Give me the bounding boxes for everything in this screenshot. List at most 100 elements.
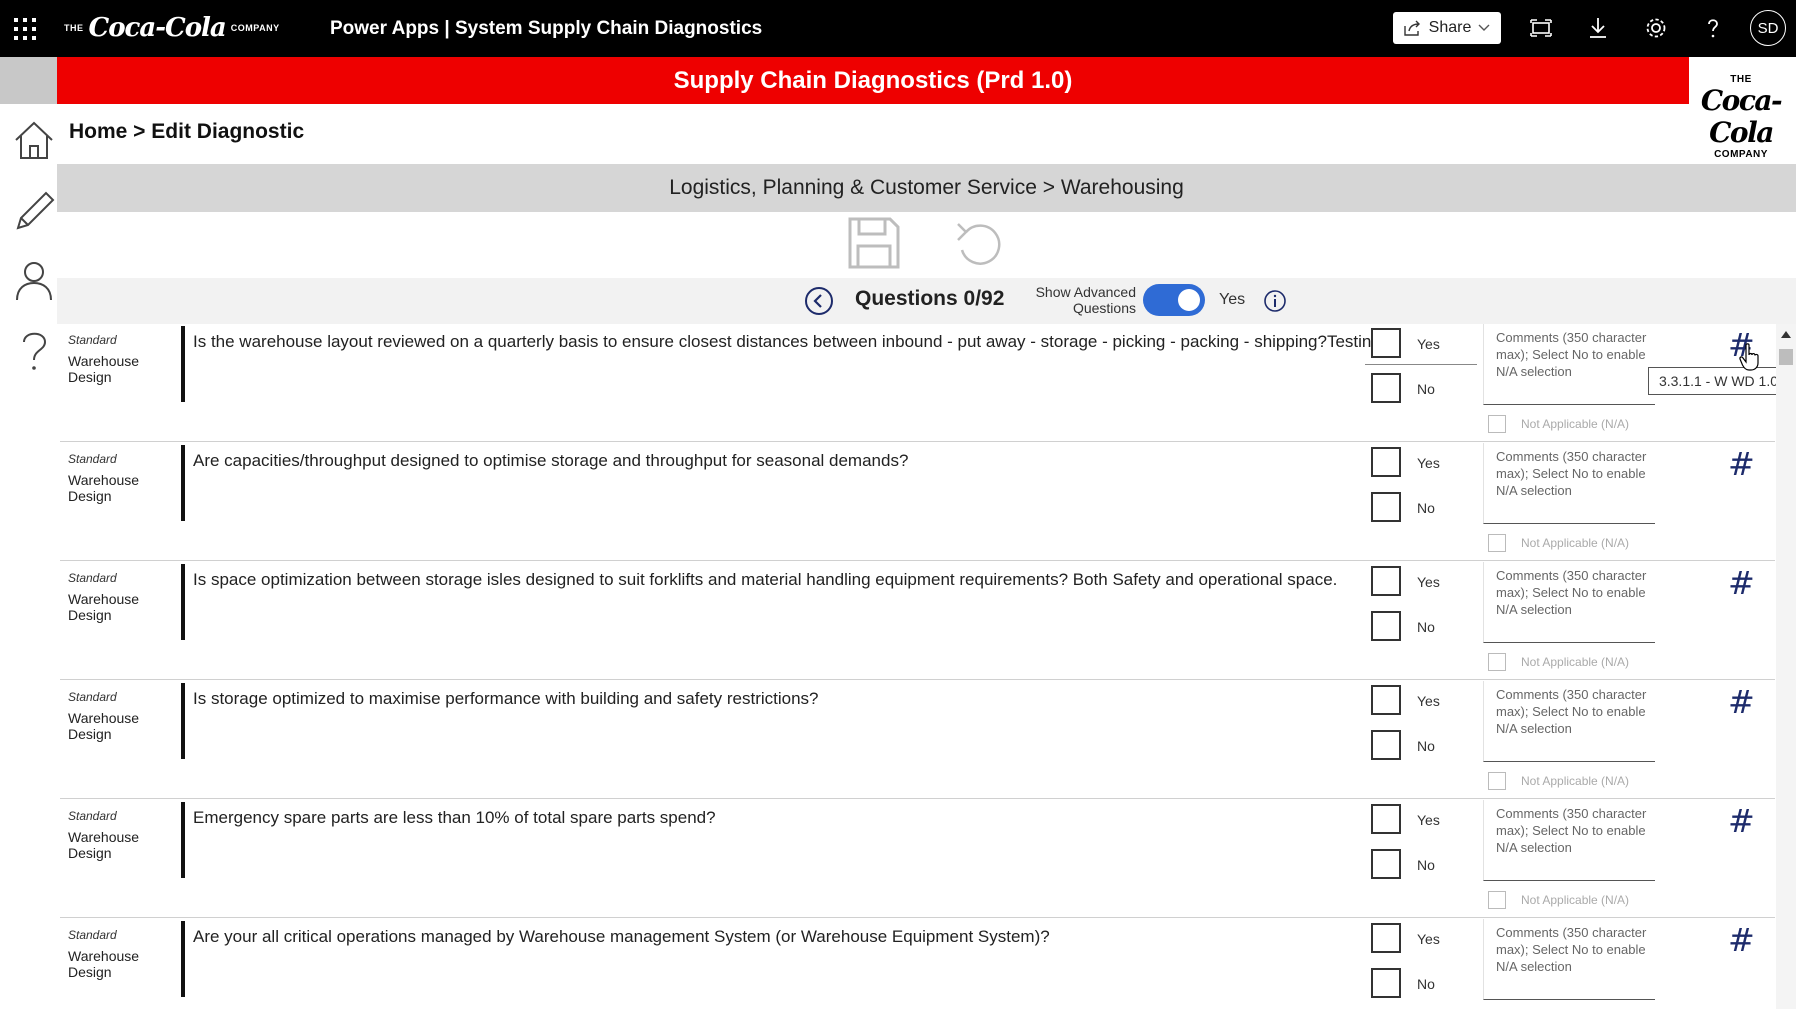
na-checkbox[interactable] bbox=[1488, 891, 1506, 909]
app-launcher-icon[interactable] bbox=[14, 18, 36, 40]
breadcrumb: Home > Edit Diagnostic bbox=[69, 120, 305, 143]
question-text: Is storage optimized to maximise perform… bbox=[193, 689, 819, 708]
no-checkbox[interactable] bbox=[1371, 492, 1401, 522]
pencil-icon[interactable] bbox=[12, 188, 56, 232]
comment-field[interactable]: Comments (350 character max); Select No … bbox=[1483, 562, 1655, 643]
row-divider bbox=[181, 802, 185, 878]
yes-label: Yes bbox=[1417, 455, 1440, 471]
hash-icon[interactable]: # bbox=[1728, 445, 1755, 483]
question-level: Standard bbox=[68, 809, 117, 823]
undo-icon[interactable] bbox=[954, 218, 1006, 270]
comment-field[interactable]: Comments (350 character max); Select No … bbox=[1483, 324, 1655, 405]
chevron-left-circle-icon[interactable] bbox=[804, 286, 834, 316]
banner-left-strip bbox=[0, 57, 57, 104]
question-row: Standard Warehouse Design Emergency spar… bbox=[60, 800, 1775, 918]
na-checkbox[interactable] bbox=[1488, 772, 1506, 790]
yes-underline bbox=[1365, 364, 1477, 365]
top-bar: THE Coca-Cola COMPANY Power Apps | Syste… bbox=[0, 0, 1796, 57]
hash-icon[interactable]: # bbox=[1728, 802, 1755, 840]
hash-icon[interactable]: # bbox=[1728, 683, 1755, 721]
yes-checkbox[interactable] bbox=[1371, 328, 1401, 358]
yes-label: Yes bbox=[1417, 931, 1440, 947]
yes-checkbox[interactable] bbox=[1371, 923, 1401, 953]
hand-cursor-icon bbox=[1739, 343, 1759, 371]
help-icon[interactable] bbox=[1700, 15, 1726, 41]
no-label: No bbox=[1417, 976, 1435, 992]
question-category: Warehouse Design bbox=[68, 710, 140, 742]
row-divider bbox=[181, 921, 185, 997]
na-checkbox[interactable] bbox=[1488, 653, 1506, 671]
yes-checkbox[interactable] bbox=[1371, 685, 1401, 715]
no-checkbox[interactable] bbox=[1371, 730, 1401, 760]
section-title: Logistics, Planning & Customer Service >… bbox=[669, 176, 1184, 199]
question-category: Warehouse Design bbox=[68, 829, 140, 861]
yes-checkbox[interactable] bbox=[1371, 566, 1401, 596]
chevron-down-icon bbox=[1478, 24, 1490, 31]
question-row: Standard Warehouse Design Is space optim… bbox=[60, 562, 1775, 680]
question-icon[interactable] bbox=[12, 328, 56, 372]
question-category: Warehouse Design bbox=[68, 948, 140, 980]
comment-field[interactable]: Comments (350 character max); Select No … bbox=[1483, 919, 1655, 1000]
home-icon[interactable] bbox=[12, 118, 56, 162]
question-level: Standard bbox=[68, 452, 117, 466]
section-header: Logistics, Planning & Customer Service >… bbox=[57, 164, 1796, 212]
question-level: Standard bbox=[68, 333, 117, 347]
yes-label: Yes bbox=[1417, 336, 1440, 352]
no-checkbox[interactable] bbox=[1371, 373, 1401, 403]
save-icon[interactable] bbox=[847, 216, 901, 270]
advanced-questions-label: Show Advanced Questions bbox=[1035, 284, 1136, 316]
share-label: Share bbox=[1428, 19, 1472, 36]
gear-icon[interactable] bbox=[1643, 15, 1669, 41]
no-label: No bbox=[1417, 381, 1435, 397]
no-checkbox[interactable] bbox=[1371, 968, 1401, 998]
no-label: No bbox=[1417, 619, 1435, 635]
question-row: Standard Warehouse Design Is the warehou… bbox=[60, 324, 1775, 442]
yes-checkbox[interactable] bbox=[1371, 447, 1401, 477]
question-text: Are your all critical operations managed… bbox=[193, 927, 1050, 946]
comment-field[interactable]: Comments (350 character max); Select No … bbox=[1483, 443, 1655, 524]
na-label: Not Applicable (N/A) bbox=[1521, 536, 1630, 550]
scroll-up-arrow[interactable] bbox=[1781, 331, 1791, 338]
coca-cola-logo: THE Coca-Cola COMPANY bbox=[1700, 74, 1783, 160]
advanced-questions-toggle[interactable] bbox=[1143, 284, 1205, 316]
yes-checkbox[interactable] bbox=[1371, 804, 1401, 834]
tooltip: 3.3.1.1 - W WD 1.0 bbox=[1648, 367, 1789, 395]
person-icon[interactable] bbox=[12, 258, 56, 302]
comment-field[interactable]: Comments (350 character max); Select No … bbox=[1483, 681, 1655, 762]
hash-icon[interactable]: # bbox=[1728, 564, 1755, 602]
download-icon[interactable] bbox=[1585, 15, 1611, 41]
question-text: Are capacities/throughput designed to op… bbox=[193, 451, 909, 470]
hash-icon[interactable]: # bbox=[1728, 921, 1755, 959]
question-level: Standard bbox=[68, 928, 117, 942]
question-row: Standard Warehouse Design Is storage opt… bbox=[60, 681, 1775, 799]
question-text: Is space optimization between storage is… bbox=[193, 570, 1338, 589]
na-label: Not Applicable (N/A) bbox=[1521, 655, 1630, 669]
question-category: Warehouse Design bbox=[68, 591, 140, 623]
app-banner: Supply Chain Diagnostics (Prd 1.0) bbox=[57, 57, 1689, 104]
yes-label: Yes bbox=[1417, 812, 1440, 828]
na-label: Not Applicable (N/A) bbox=[1521, 417, 1630, 431]
avatar[interactable]: SD bbox=[1750, 10, 1786, 46]
fit-to-window-icon[interactable] bbox=[1528, 15, 1554, 41]
info-icon[interactable] bbox=[1263, 289, 1287, 313]
yes-label: Yes bbox=[1417, 574, 1440, 590]
scrollbar[interactable] bbox=[1776, 324, 1796, 1009]
question-text: Is the warehouse layout reviewed on a qu… bbox=[193, 332, 1381, 351]
scroll-thumb[interactable] bbox=[1779, 349, 1793, 365]
app-title: Power Apps | System Supply Chain Diagnos… bbox=[330, 18, 763, 39]
no-checkbox[interactable] bbox=[1371, 849, 1401, 879]
advanced-toggle-value: Yes bbox=[1219, 291, 1246, 308]
no-label: No bbox=[1417, 857, 1435, 873]
share-icon bbox=[1403, 20, 1420, 36]
na-checkbox[interactable] bbox=[1488, 415, 1506, 433]
question-level: Standard bbox=[68, 571, 117, 585]
share-button[interactable]: Share bbox=[1393, 12, 1501, 44]
row-divider bbox=[181, 445, 185, 521]
na-checkbox[interactable] bbox=[1488, 534, 1506, 552]
row-divider bbox=[181, 683, 185, 759]
question-row: Standard Warehouse Design Are your all c… bbox=[60, 919, 1775, 1036]
row-divider bbox=[181, 564, 185, 640]
no-checkbox[interactable] bbox=[1371, 611, 1401, 641]
comment-field[interactable]: Comments (350 character max); Select No … bbox=[1483, 800, 1655, 881]
question-category: Warehouse Design bbox=[68, 353, 140, 385]
